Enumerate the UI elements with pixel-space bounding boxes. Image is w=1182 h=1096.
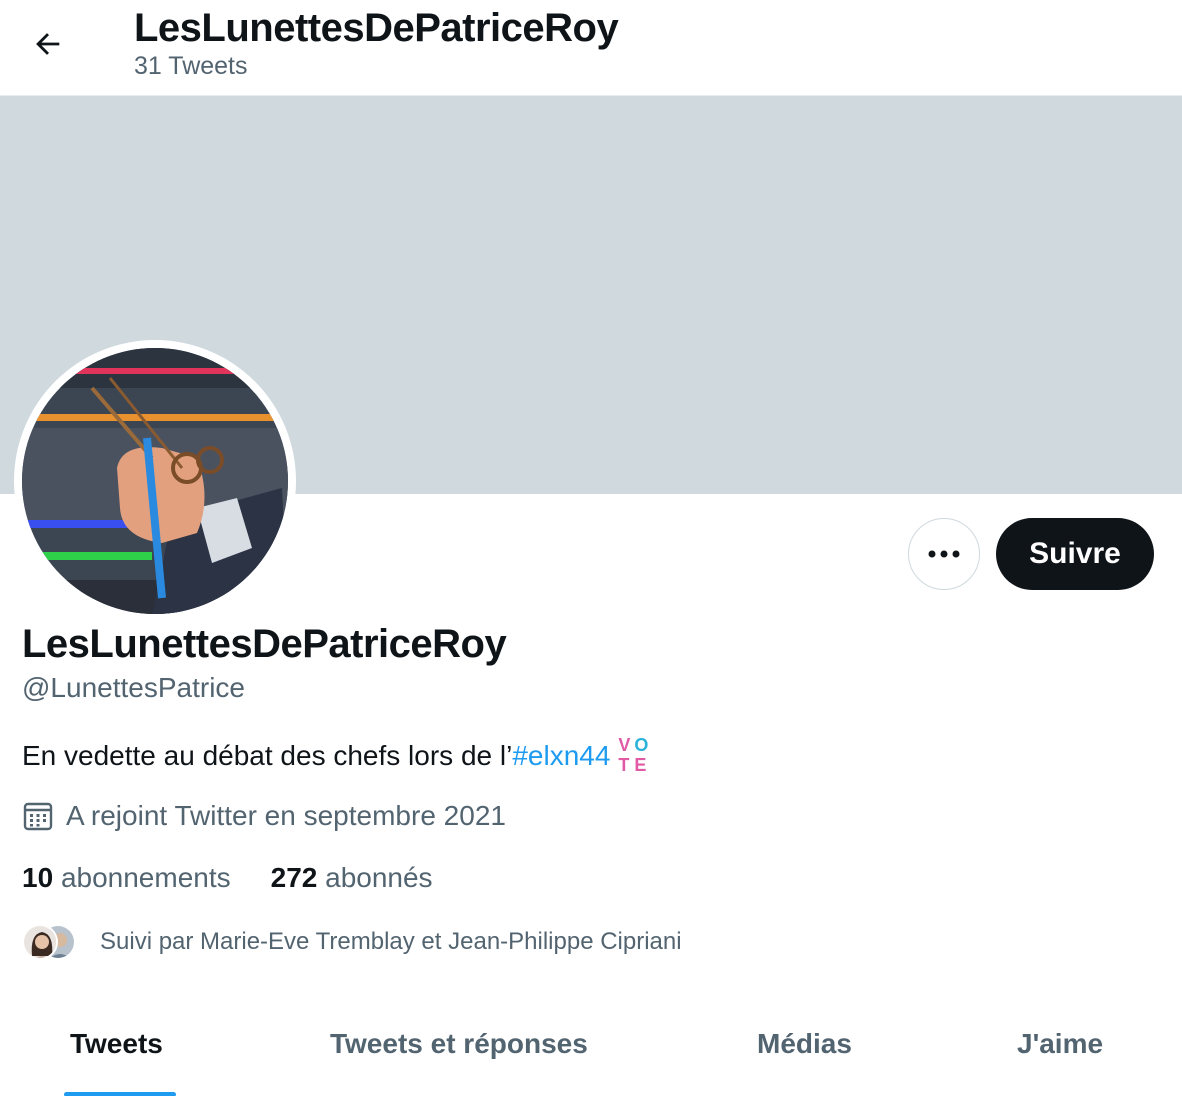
following-link[interactable]: 10 abonnements xyxy=(22,862,231,894)
vote-letter: V xyxy=(618,735,631,755)
active-tab-indicator xyxy=(64,1092,176,1096)
tab-likes[interactable]: J'aime xyxy=(1017,1028,1103,1060)
bio-hashtag-link[interactable]: #elxn44 xyxy=(512,740,610,772)
avatar-image xyxy=(22,348,288,614)
vote-letter: E xyxy=(634,755,647,775)
profile-joined-date: A rejoint Twitter en septembre 2021 xyxy=(22,800,506,832)
calendar-icon xyxy=(23,802,53,831)
followers-count: 272 xyxy=(270,862,318,893)
followed-by-avatars xyxy=(22,922,82,962)
tab-media[interactable]: Médias xyxy=(757,1028,852,1060)
more-dots-icon xyxy=(928,550,960,558)
back-button[interactable] xyxy=(20,16,76,72)
top-bar: LesLunettesDePatriceRoy 31 Tweets xyxy=(0,0,1182,96)
follow-button[interactable]: Suivre xyxy=(996,518,1154,590)
tab-tweets[interactable]: Tweets xyxy=(70,1028,163,1060)
joined-text: A rejoint Twitter en septembre 2021 xyxy=(66,800,506,831)
following-label: abonnements xyxy=(60,862,231,893)
profile-tabs: Tweets Tweets et réponses Médias J'aime xyxy=(0,1000,1182,1096)
bio-text: En vedette au débat des chefs lors de l’ xyxy=(22,740,513,771)
tweet-count: 31 Tweets xyxy=(134,52,248,80)
profile-display-name: LesLunettesDePatriceRoy xyxy=(22,622,507,666)
profile-stats: 10 abonnements 272 abonnés xyxy=(22,862,473,894)
profile-bio: En vedette au débat des chefs lors de l’… xyxy=(22,736,652,776)
followed-by-text: Suivi par Marie-Eve Tremblay et Jean-Phi… xyxy=(100,928,682,955)
followers-label: abonnés xyxy=(325,862,433,893)
more-options-button[interactable] xyxy=(908,518,980,590)
vote-letter: O xyxy=(634,735,649,755)
vote-emoji-icon: V O T E xyxy=(616,736,652,776)
profile-avatar[interactable] xyxy=(14,340,296,622)
header-title: LesLunettesDePatriceRoy xyxy=(134,6,619,50)
avatar xyxy=(22,924,58,960)
arrow-left-icon xyxy=(36,33,60,55)
followed-by-link[interactable]: Suivi par Marie-Eve Tremblay et Jean-Phi… xyxy=(22,922,682,962)
followers-link[interactable]: 272 abonnés xyxy=(271,862,433,894)
following-count: 10 xyxy=(22,862,54,893)
tab-tweets-and-replies[interactable]: Tweets et réponses xyxy=(330,1028,588,1060)
profile-handle: @LunettesPatrice xyxy=(22,672,245,703)
vote-letter: T xyxy=(618,755,630,775)
